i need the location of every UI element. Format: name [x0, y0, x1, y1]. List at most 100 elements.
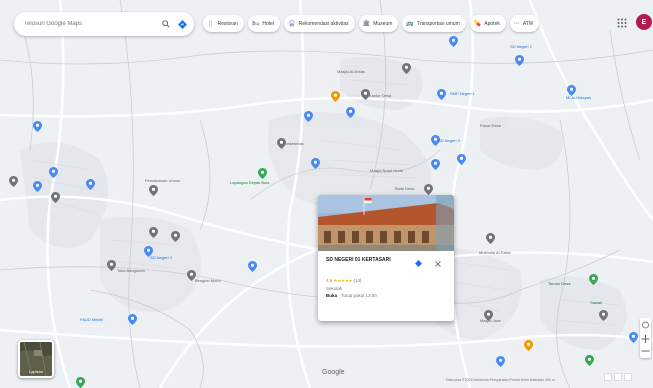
place-name[interactable]: SD NEGERI 01 KERTASARI: [326, 257, 404, 264]
place-label[interactable]: SD Negeri 4: [150, 255, 172, 260]
place-label[interactable]: Taman Desa: [548, 281, 570, 286]
place-label[interactable]: Lapangan Sepak Bola: [230, 180, 269, 185]
place-label[interactable]: PAUD Melati: [80, 317, 103, 322]
place-label[interactable]: Masjid Al-Ikhlas: [337, 69, 365, 74]
map-pin-icon[interactable]: [486, 233, 495, 244]
apps-grid-icon[interactable]: [617, 18, 627, 28]
school-pin-icon[interactable]: [346, 107, 355, 118]
place-label[interactable]: Pemakaman Umum: [145, 178, 180, 183]
map-pin-icon[interactable]: [599, 310, 608, 321]
category-chips: 🍴 Restoran 🛏 Hotel 🎡 Rekomendasi aktivitas …: [203, 15, 540, 32]
chip-label: Rekomendasi aktivitas: [298, 20, 349, 27]
place-label[interactable]: Toko Bangunan: [117, 268, 145, 273]
chip-museum[interactable]: 🏛 Museum: [358, 15, 399, 32]
map-pin-icon[interactable]: [149, 227, 158, 238]
map-pin-icon[interactable]: [171, 231, 180, 242]
place-photo[interactable]: [318, 195, 454, 251]
more-icon: ⋯: [513, 21, 520, 27]
school-pin-icon[interactable]: [86, 179, 95, 190]
map-pin-icon[interactable]: [149, 185, 158, 196]
place-label[interactable]: Balai Desa: [395, 186, 414, 191]
school-pin-icon[interactable]: [304, 111, 313, 122]
chip-hotel[interactable]: 🛏 Hotel: [247, 15, 281, 32]
map-pin-icon[interactable]: [424, 184, 433, 195]
park-pin-icon[interactable]: [585, 355, 594, 366]
close-icon[interactable]: [433, 259, 442, 268]
park-pin-icon[interactable]: [258, 168, 267, 179]
fullscreen-button[interactable]: [624, 373, 632, 381]
search-icon[interactable]: [160, 18, 172, 30]
chip-label: Museum: [373, 20, 393, 27]
school-pin-icon[interactable]: [128, 314, 137, 325]
hotel-icon: 🛏: [251, 21, 260, 27]
school-pin-icon[interactable]: [515, 55, 524, 66]
shop-pin-icon[interactable]: [524, 340, 533, 351]
school-pin-icon[interactable]: [457, 154, 466, 165]
school-pin-icon[interactable]: [629, 332, 638, 343]
map-pin-icon[interactable]: [9, 176, 18, 187]
hours-detail: · Tutup pukul 13.00: [338, 293, 377, 298]
place-label[interactable]: Kantor Desa: [369, 93, 391, 98]
park-pin-icon[interactable]: [76, 377, 85, 388]
chip-label: Restoran: [217, 20, 238, 27]
place-label[interactable]: SD Negeri 3: [438, 138, 460, 143]
place-label[interactable]: MI Al-Hidayah: [566, 95, 591, 100]
restaurant-icon: 🍴: [207, 21, 215, 27]
place-label[interactable]: Pasar Desa: [480, 123, 501, 128]
place-label[interactable]: SMP Negeri 1: [450, 91, 475, 96]
layers-button[interactable]: Lapisan: [18, 340, 54, 378]
footer-controls: [604, 373, 632, 381]
map-tools-button[interactable]: [604, 373, 612, 381]
place-category: Sekolah: [326, 286, 343, 291]
street-view-button[interactable]: [614, 373, 622, 381]
chip-restaurant[interactable]: 🍴 Restoran: [203, 15, 244, 32]
chip-more[interactable]: ⋯ ATM: [509, 15, 540, 32]
map-pin-icon[interactable]: [107, 260, 116, 271]
school-pin-icon[interactable]: [449, 36, 458, 47]
school-pin-icon[interactable]: [431, 159, 440, 170]
hours-status: Buka: [326, 293, 338, 298]
map-footer[interactable]: Data peta ©2024 Indonesia Persyaratan Pr…: [446, 378, 555, 382]
school-pin-icon[interactable]: [33, 121, 42, 132]
map-pin-icon[interactable]: [402, 63, 411, 74]
chip-label: Transportasi umum: [416, 20, 460, 27]
place-label[interactable]: Bengkel Motor: [195, 278, 221, 283]
account-avatar[interactable]: E: [636, 14, 652, 30]
zoom-control[interactable]: [640, 318, 651, 358]
rating-value: 4,6: [326, 278, 333, 283]
search-input[interactable]: [24, 21, 156, 27]
layers-label: Lapisan: [28, 369, 43, 374]
place-label[interactable]: Masjid Nurul Huda: [370, 168, 403, 173]
place-label[interactable]: SD Negeri 2: [510, 44, 532, 49]
chip-label: ATM: [522, 20, 534, 27]
school-pin-icon[interactable]: [437, 89, 446, 100]
chip-pharmacy[interactable]: 💊 Apotek: [469, 15, 506, 32]
transit-icon: 🚌: [406, 21, 414, 27]
google-logo: Google: [322, 369, 345, 376]
place-info-card[interactable]: SD NEGERI 01 KERTASARI 4,6 ★★★★★ (14) Se…: [318, 195, 454, 321]
road-network: [0, 0, 653, 388]
search-box[interactable]: [14, 12, 194, 36]
school-pin-icon[interactable]: [49, 167, 58, 178]
pharmacy-icon: 💊: [473, 21, 482, 27]
school-pin-icon[interactable]: [33, 181, 42, 192]
chip-transit[interactable]: 🚌 Transportasi umum: [402, 15, 466, 32]
directions-icon[interactable]: [414, 259, 423, 268]
shop-pin-icon[interactable]: [331, 91, 340, 102]
school-pin-icon[interactable]: [248, 261, 257, 272]
place-label[interactable]: Sawah: [590, 300, 602, 305]
school-pin-icon[interactable]: [311, 158, 320, 169]
map-canvas[interactable]: Masjid Al-Ikhlas SD Negeri 2 Kantor Desa…: [0, 0, 653, 388]
chip-label: Apotek: [484, 20, 500, 27]
map-pin-icon[interactable]: [51, 192, 60, 203]
chip-things-to-do[interactable]: 🎡 Rekomendasi aktivitas: [284, 15, 355, 32]
place-label[interactable]: Puskesmas: [283, 141, 304, 146]
review-count[interactable]: (14): [353, 278, 361, 283]
place-label[interactable]: Masjid Jami: [480, 318, 501, 323]
things-to-do-icon: 🎡: [288, 21, 296, 27]
place-label[interactable]: Musholla Al-Falah: [479, 250, 511, 255]
directions-icon[interactable]: [176, 18, 188, 30]
rating-stars-icon: ★★★★★: [333, 278, 353, 283]
school-pin-icon[interactable]: [496, 356, 505, 367]
park-pin-icon[interactable]: [589, 274, 598, 285]
